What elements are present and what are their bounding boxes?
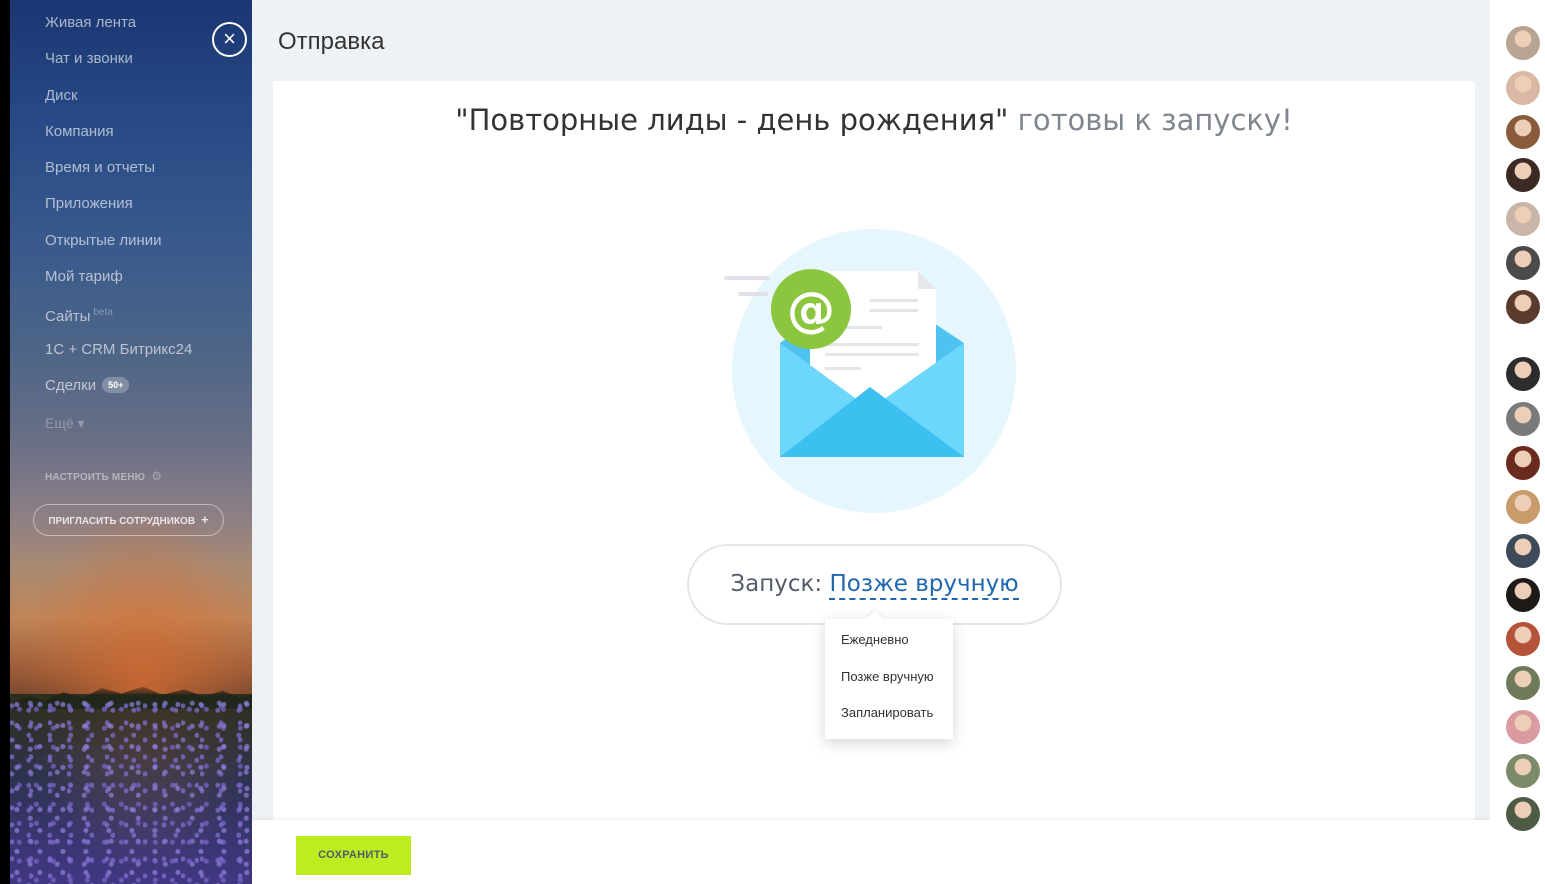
gear-icon: ⚙ bbox=[151, 469, 163, 483]
sidebar-menu: Живая лента Чат и звонки Диск Компания В… bbox=[45, 13, 245, 412]
sidebar-item-label: Живая лента bbox=[45, 14, 137, 31]
footer-bar: СОХРАНИТЬ bbox=[252, 820, 1490, 884]
user-avatar[interactable] bbox=[1506, 115, 1540, 149]
user-avatar[interactable] bbox=[1506, 490, 1540, 524]
option-schedule[interactable]: Запланировать bbox=[825, 695, 953, 732]
sidebar-item-label: 1С + CRM Битрикс24 bbox=[45, 340, 193, 358]
configure-menu-label: НАСТРОИТЬ МЕНЮ bbox=[45, 472, 146, 483]
headline-rest: готовы к запуску! bbox=[1008, 103, 1293, 137]
sidebar-item-label: Мой тариф bbox=[45, 268, 123, 286]
sidebar-item-label: Время и отчеты bbox=[45, 159, 156, 177]
option-daily[interactable]: Ежедневно bbox=[825, 622, 953, 659]
sidebar-background-flowers bbox=[10, 694, 252, 884]
user-avatar[interactable] bbox=[1506, 26, 1540, 60]
sidebar-item-label: Диск bbox=[45, 86, 78, 104]
sidebar-item-label: Сайты bbox=[45, 308, 91, 326]
main-content: Отправка "Повторные лиды - день рождения… bbox=[252, 0, 1490, 884]
user-avatar[interactable] bbox=[1506, 290, 1540, 324]
sidebar-item-sites[interactable]: Сайты beta bbox=[45, 303, 245, 339]
sidebar-item-1c-crm[interactable]: 1С + CRM Битрикс24 bbox=[45, 340, 245, 376]
user-avatar[interactable] bbox=[1506, 402, 1540, 436]
sidebar-item-chat[interactable]: Чат и звонки bbox=[45, 49, 245, 85]
launch-mode-dropdown[interactable]: Позже вручную bbox=[829, 571, 1019, 600]
sidebar-item-time-reports[interactable]: Время и отчеты bbox=[45, 158, 245, 194]
user-avatar[interactable] bbox=[1506, 246, 1540, 280]
headline: "Повторные лиды - день рождения" готовы … bbox=[273, 99, 1475, 141]
email-envelope-icon: @ bbox=[724, 229, 1016, 513]
configure-menu-link[interactable]: НАСТРОИТЬ МЕНЮ ⚙ bbox=[45, 469, 162, 483]
sidebar-item-my-plan[interactable]: Мой тариф bbox=[45, 267, 245, 303]
sidebar-item-open-lines[interactable]: Открытые линии bbox=[45, 231, 245, 267]
sidebar-item-label: Компания bbox=[45, 122, 114, 140]
invite-label: ПРИГЛАСИТЬ СОТРУДНИКОВ bbox=[48, 516, 196, 527]
sidebar-item-company[interactable]: Компания bbox=[45, 122, 245, 158]
sidebar-item-apps[interactable]: Приложения bbox=[45, 194, 245, 230]
sidebar-item-deals[interactable]: Сделки 50+ bbox=[45, 376, 245, 412]
save-button[interactable]: СОХРАНИТЬ bbox=[296, 836, 411, 875]
launch-mode-menu: Ежедневно Позже вручную Запланировать bbox=[825, 619, 953, 739]
sidebar-more-link[interactable]: Ещё ▾ bbox=[45, 415, 85, 432]
user-avatar[interactable] bbox=[1506, 797, 1540, 831]
user-avatar[interactable] bbox=[1506, 202, 1540, 236]
sidebar-item-label: Приложения bbox=[45, 195, 133, 213]
page-title: Отправка bbox=[278, 28, 385, 55]
user-list-sidebar bbox=[1490, 0, 1545, 884]
plus-icon: + bbox=[201, 512, 209, 527]
user-avatar[interactable] bbox=[1506, 71, 1540, 105]
user-avatar[interactable] bbox=[1506, 710, 1540, 744]
sidebar-item-label: Открытые линии bbox=[45, 231, 162, 249]
user-avatar[interactable] bbox=[1506, 622, 1540, 656]
more-label: Ещё bbox=[45, 415, 74, 431]
user-avatar[interactable] bbox=[1506, 534, 1540, 568]
option-later-manually[interactable]: Позже вручную bbox=[825, 659, 953, 696]
launch-card: "Повторные лиды - день рождения" готовы … bbox=[273, 81, 1475, 821]
sidebar-item-label: Сделки bbox=[45, 376, 97, 394]
chevron-down-icon: ▾ bbox=[77, 415, 85, 431]
user-avatar[interactable] bbox=[1506, 666, 1540, 700]
beta-badge: beta bbox=[93, 307, 113, 319]
invite-employees-button[interactable]: ПРИГЛАСИТЬ СОТРУДНИКОВ + bbox=[33, 504, 224, 536]
user-avatar[interactable] bbox=[1506, 446, 1540, 480]
counter-badge: 50+ bbox=[102, 376, 130, 393]
launch-label: Запуск: bbox=[730, 571, 823, 597]
campaign-name: "Повторные лиды - день рождения" bbox=[455, 103, 1009, 137]
svg-text:@: @ bbox=[787, 282, 835, 338]
user-avatar[interactable] bbox=[1506, 578, 1540, 612]
sidebar-item-label: Чат и звонки bbox=[45, 50, 133, 68]
left-sidebar: Живая лента Чат и звонки Диск Компания В… bbox=[10, 0, 252, 884]
user-avatar[interactable] bbox=[1506, 158, 1540, 192]
close-icon[interactable]: × bbox=[212, 22, 247, 57]
user-avatar[interactable] bbox=[1506, 754, 1540, 788]
user-avatar[interactable] bbox=[1506, 357, 1540, 391]
sidebar-item-disk[interactable]: Диск bbox=[45, 86, 245, 122]
